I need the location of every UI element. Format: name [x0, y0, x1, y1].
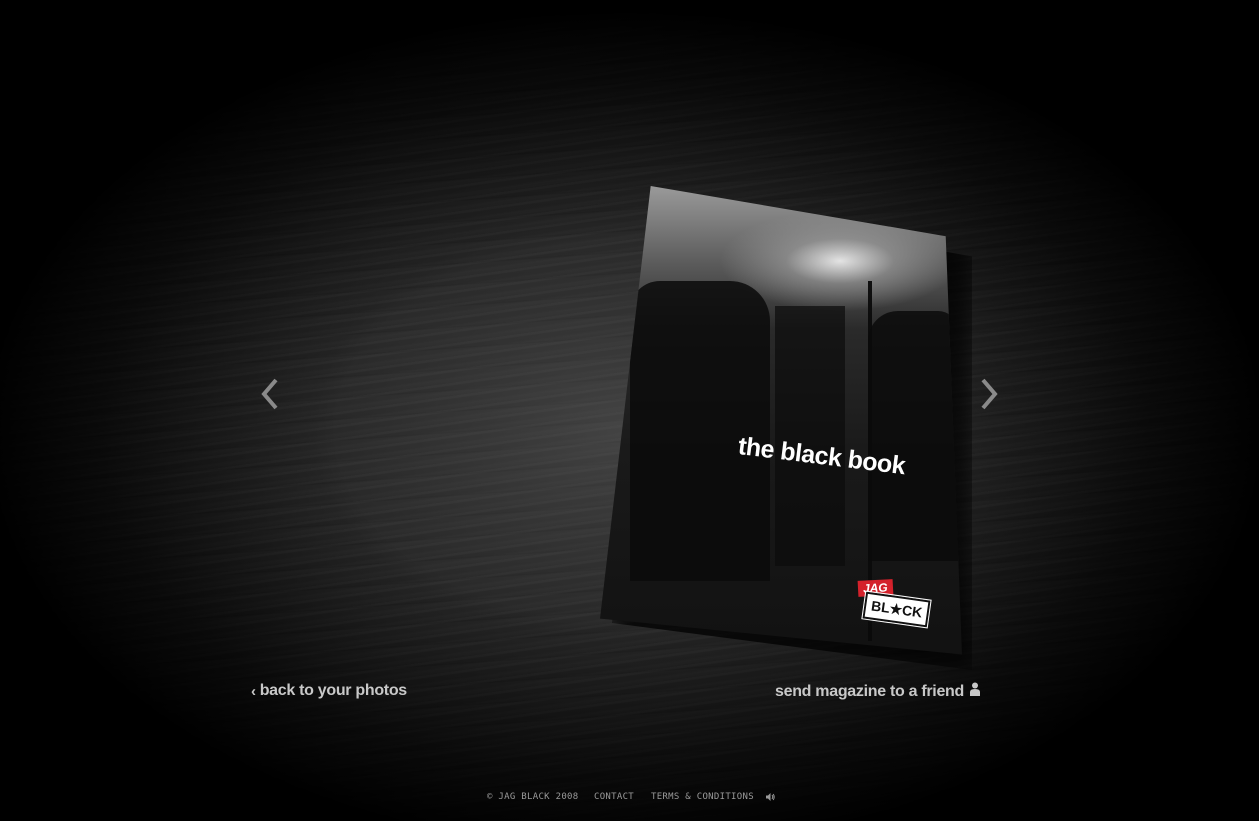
person-icon: [970, 682, 980, 701]
sound-toggle-button[interactable]: [765, 792, 775, 805]
send-to-friend-label: send magazine to a friend: [775, 682, 964, 700]
next-page-button[interactable]: [977, 376, 1001, 412]
prev-page-button[interactable]: [258, 376, 282, 412]
send-to-friend-link[interactable]: send magazine to a friend: [775, 682, 980, 701]
chevron-left-icon: ‹: [251, 682, 256, 700]
chevron-left-icon: [261, 378, 278, 410]
jag-black-logo: JAG BL★CK: [856, 578, 936, 632]
copyright-text: © JAG BLACK 2008: [487, 792, 579, 802]
chevron-right-icon: [981, 378, 998, 410]
footer: © JAG BLACK 2008 CONTACT TERMS & CONDITI…: [0, 792, 1259, 806]
cover-photo-silhouette: [868, 311, 958, 561]
cover-photo-silhouette: [630, 281, 770, 581]
page: the black book JAG BL★CK ‹ back to your …: [0, 0, 1259, 821]
terms-link[interactable]: TERMS & CONDITIONS: [651, 792, 754, 802]
speaker-icon: [766, 793, 775, 801]
cover-photo-silhouette: [775, 306, 845, 566]
contact-link[interactable]: CONTACT: [594, 792, 634, 802]
back-to-photos-link[interactable]: ‹ back to your photos: [251, 682, 407, 700]
back-to-photos-label: back to your photos: [259, 682, 408, 699]
logo-black-text: BL★CK: [861, 590, 933, 629]
